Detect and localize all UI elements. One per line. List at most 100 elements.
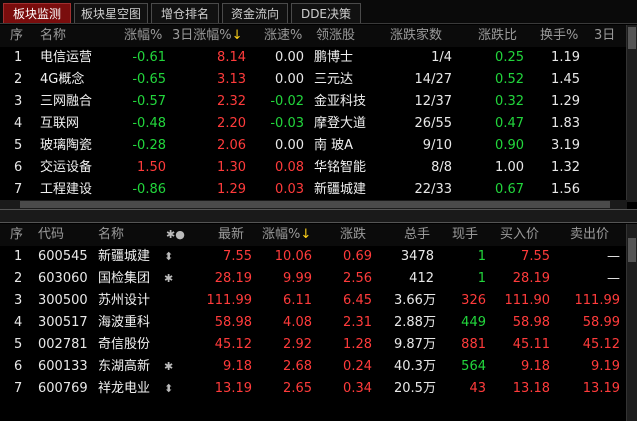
turnover: 1.29 [551,94,580,109]
col-updown-ratio[interactable]: 涨跌比 [478,25,517,47]
stock-row[interactable]: 6 600133 东湖高新 ✱ 9.18 2.68 0.24 40.3万 564 9.18 9.19 [0,356,637,378]
star-mark-icon: ✱ [164,272,174,285]
col-3day[interactable]: 3日 [594,25,615,47]
sort-desc-icon: ↓ [300,227,312,242]
volume: 412 [409,271,434,286]
change-3day: 3.13 [217,72,246,87]
stock-name: 奇信股份 [98,337,151,352]
speed: -0.03 [270,116,304,131]
col-leader[interactable]: 领涨股 [316,25,355,47]
latest-price: 28.19 [214,271,252,286]
tab-sector-starmap[interactable]: 板块星空图 [74,3,148,23]
col-change-pct-label: 涨幅% [262,227,301,242]
stock-row[interactable]: 3 300500 苏州设计 111.99 6.11 6.45 3.66万 326 111.90 1… [0,290,637,312]
updown-count: 1/4 [431,50,452,65]
ask-price: 111.99 [574,293,621,308]
col-change-pct[interactable]: 涨幅% [124,25,162,47]
change-pct: -0.61 [132,50,166,65]
leader-stock: 摩登大道 [314,116,367,131]
stock-scrollbar[interactable] [626,224,637,421]
speed: 0.00 [275,50,304,65]
col-3day-change-label: 3日涨幅% [172,28,232,43]
mark-filter-icon[interactable]: ✱● [166,224,185,246]
sector-scroll-thumb[interactable] [628,27,636,49]
tab-capital-flow[interactable]: 资金流向 [222,3,288,23]
stock-row[interactable]: 2 603060 国检集团 ✱ 28.19 9.99 2.56 412 1 28.19 — [0,268,637,290]
sector-scrollbar[interactable] [626,25,637,202]
change-3day: 1.29 [217,182,246,197]
sector-hscroll-thumb[interactable] [20,201,610,208]
change: 2.31 [343,315,372,330]
col-turnover[interactable]: 换手% [540,25,578,47]
col-3day-change[interactable]: 3日涨幅%↓ [172,25,243,47]
volume: 2.88万 [394,315,436,330]
sector-row[interactable]: 6 交运设备 1.50 1.30 0.08 华铭智能 8/8 1.00 1.32 [0,157,637,179]
change-pct: -0.57 [132,94,166,109]
row-seq: 3 [14,293,23,308]
col-name[interactable]: 名称 [98,224,124,246]
turnover: 1.83 [551,116,580,131]
volume: 20.5万 [394,381,436,396]
change: 2.56 [343,271,372,286]
turnover: 1.45 [551,72,580,87]
tab-dde-decision[interactable]: DDE决策 [291,3,361,23]
current-vol: 43 [469,381,486,396]
panel-divider[interactable] [0,209,637,223]
change-3day: 2.06 [217,138,246,153]
change-pct: 10.06 [274,249,312,264]
col-volume[interactable]: 总手 [404,224,430,246]
sector-row[interactable]: 5 玻璃陶瓷 -0.28 2.06 0.00 南 玻A 9/10 0.90 3.19 [0,135,637,157]
speed: -0.02 [270,94,304,109]
sector-row[interactable]: 7 工程建设 -0.86 1.29 0.03 新疆城建 22/33 0.67 1.56 [0,179,637,201]
row-seq: 7 [14,182,23,197]
current-vol: 326 [461,293,486,308]
col-current-vol[interactable]: 现手 [452,224,478,246]
stock-row[interactable]: 7 600769 祥龙电业 ⬍ 13.19 2.65 0.34 20.5万 43 13.18 13.… [0,378,637,400]
change-pct: 9.99 [283,271,312,286]
stock-row[interactable]: 5 002781 奇信股份 45.12 2.92 1.28 9.87万 881 45.11 45.… [0,334,637,356]
sector-row[interactable]: 1 电信运营 -0.61 8.14 0.00 鹏博士 1/4 0.25 1.19 [0,47,637,69]
bid-price: 28.19 [512,271,550,286]
col-code[interactable]: 代码 [38,224,64,246]
stock-row[interactable]: 1 600545 新疆城建 ⬍ 7.55 10.06 0.69 3478 1 7.55 — [0,246,637,268]
ask-price: — [607,271,620,286]
sector-row[interactable]: 3 三网融合 -0.57 2.32 -0.02 金亚科技 12/37 0.32 1.29 [0,91,637,113]
volume: 3.66万 [394,293,436,308]
sector-hscrollbar[interactable] [0,200,627,209]
updown-count: 8/8 [431,160,452,175]
sector-row[interactable]: 4 互联网 -0.48 2.20 -0.03 摩登大道 26/55 0.47 1.83 [0,113,637,135]
change-pct: 4.08 [283,315,312,330]
change-pct: 2.68 [283,359,312,374]
speed: 0.03 [275,182,304,197]
latest-price: 45.12 [214,337,252,352]
row-seq: 1 [14,50,23,65]
col-ask[interactable]: 卖出价 [570,224,609,246]
ask-price: — [607,249,620,264]
tab-sector-monitor[interactable]: 板块监测 [3,3,71,23]
change: 0.34 [343,381,372,396]
current-vol: 449 [461,315,486,330]
col-name[interactable]: 名称 [40,25,66,47]
current-vol: 1 [477,271,486,286]
stock-row[interactable]: 4 300517 海波重科 58.98 4.08 2.31 2.88万 449 58.98 58.… [0,312,637,334]
updown-count: 22/33 [414,182,452,197]
col-latest[interactable]: 最新 [218,224,244,246]
volume: 9.87万 [394,337,436,352]
updown-mark-icon: ⬍ [164,250,174,263]
stock-scroll-thumb[interactable] [628,238,636,262]
speed: 0.00 [275,138,304,153]
col-change-pct[interactable]: 涨幅%↓ [262,224,311,246]
stock-name: 苏州设计 [98,293,151,308]
col-seq[interactable]: 序 [10,224,23,246]
sector-name: 玻璃陶瓷 [40,138,93,153]
sector-row[interactable]: 2 4G概念 -0.65 3.13 0.00 三元达 14/27 0.52 1.45 [0,69,637,91]
tab-bar: 板块监测 板块星空图 增仓排名 资金流向 DDE决策 [0,0,637,24]
col-bid[interactable]: 买入价 [500,224,539,246]
updown-ratio: 1.00 [495,160,524,175]
col-change[interactable]: 涨跌 [340,224,366,246]
star-mark-icon: ✱ [164,360,174,373]
tab-position-rank[interactable]: 增仓排名 [151,3,219,23]
col-speed[interactable]: 涨速% [264,25,302,47]
col-updown-count[interactable]: 涨跌家数 [390,25,442,47]
col-seq[interactable]: 序 [10,25,23,47]
